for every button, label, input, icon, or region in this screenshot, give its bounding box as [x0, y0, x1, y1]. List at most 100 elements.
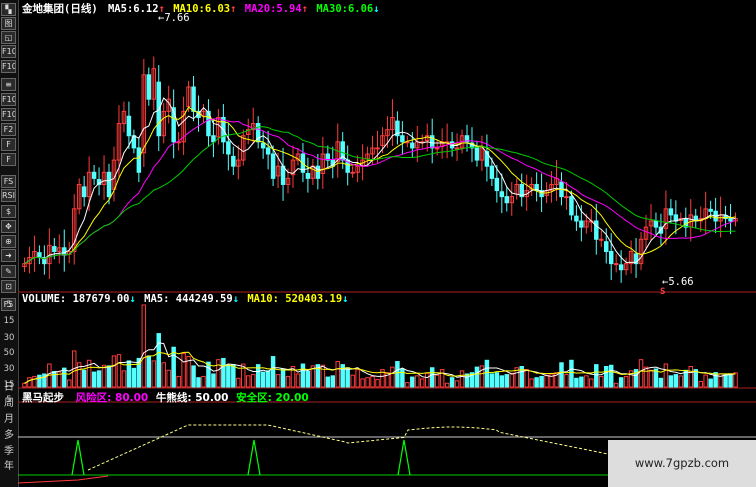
candle-body [499, 191, 505, 198]
ma5-value: 6.12 [133, 3, 159, 15]
toolbar-button-10[interactable]: F [1, 138, 16, 151]
toolbar-button-17[interactable]: ➜ [1, 249, 16, 262]
volume-bar [211, 373, 216, 388]
stock-chart [18, 56, 756, 484]
volume-bar [32, 375, 37, 388]
volume-bar [285, 375, 291, 388]
volume-bar [365, 377, 370, 388]
vol-ma10-value: 520403.19 [285, 293, 343, 305]
volume-bar [484, 359, 490, 388]
indicator-curve [87, 424, 617, 471]
signal-spike-1 [71, 439, 85, 476]
candle-body [489, 165, 495, 179]
toolbar-button-8[interactable]: F10 [1, 108, 16, 121]
volume-bar [176, 375, 181, 388]
toolbar-button-5[interactable]: F10 [1, 60, 16, 73]
candle-body [434, 147, 440, 150]
toolbar-button-18[interactable]: ✎ [1, 265, 16, 278]
volume-bar [405, 382, 410, 388]
period-6[interactable]: 年 [2, 457, 16, 472]
candle-body [504, 196, 510, 204]
volume-bar [275, 374, 281, 388]
vol-ma5-value: 444249.59 [175, 293, 233, 305]
volume-bar [96, 370, 102, 388]
toolbar-button-19[interactable]: ⊡ [1, 280, 16, 293]
candle-body [613, 263, 619, 266]
toolbar-button-7[interactable]: F10 [1, 93, 16, 106]
volume-value: 187679.00 [72, 293, 130, 305]
period-4[interactable]: 多 [2, 426, 16, 441]
volume-bar [449, 377, 455, 388]
volume-bar [474, 366, 480, 388]
volume-bar [638, 359, 644, 388]
volume-bar [574, 377, 579, 388]
toolbar-button-6[interactable]: ≡ [1, 78, 16, 91]
stock-name: 金地集团 [22, 3, 64, 15]
candle-body [574, 215, 579, 222]
period-3[interactable]: 月 [2, 410, 16, 425]
ma30-arrow: ↓ [373, 3, 380, 15]
volume-bar [226, 365, 231, 388]
volume-bar [539, 375, 544, 388]
volume-bar [429, 367, 435, 388]
volume-bar [270, 356, 276, 388]
volume-axis-tick: 15 [3, 380, 15, 390]
volume-bar [52, 370, 57, 388]
candle-body [410, 142, 415, 149]
volume-bar [415, 375, 420, 388]
volume-axis-tick: 30 [3, 333, 15, 343]
period-5[interactable]: 季 [2, 442, 16, 457]
ma20-label: MA20: [244, 3, 277, 15]
volume-bar [673, 374, 679, 388]
toolbar-button-11[interactable]: F [1, 153, 16, 166]
candle-body [708, 208, 713, 212]
volume-header: VOLUME: 187679.00↓ MA5: 444249.59↓ MA10:… [22, 293, 349, 305]
volume-bar [529, 378, 534, 388]
volume-bar [658, 377, 664, 388]
volume-bar [410, 376, 415, 388]
volume-bar [489, 373, 495, 388]
toolbar-button-16[interactable]: ⊕ [1, 235, 16, 248]
ma30-value: 6.06 [347, 3, 374, 15]
volume-bar [116, 354, 122, 388]
low-marker: ←5.66 [662, 276, 694, 288]
volume-bar [564, 374, 569, 388]
volume-bar [424, 372, 430, 388]
volume-bar [201, 375, 206, 388]
toolbar-button-12[interactable]: FS [1, 175, 16, 188]
volume-bar [579, 376, 584, 388]
volume-bar [733, 372, 738, 388]
volume-bar [325, 376, 331, 388]
volume-bar [141, 304, 147, 388]
toolbar-button-3[interactable]: ◱ [1, 31, 16, 44]
toolbar-button-9[interactable]: F2 [1, 123, 16, 136]
volume-bar [27, 377, 32, 388]
toolbar-button-13[interactable]: RSI [1, 189, 16, 202]
volume-axis-tick: 15 [3, 316, 15, 326]
volume-bar [504, 374, 510, 388]
volume-bar [335, 361, 340, 388]
volume-bar [698, 381, 703, 388]
candle-body [146, 74, 152, 100]
volume-bar [454, 380, 460, 388]
candle-body [126, 115, 132, 137]
toolbar-button-14[interactable]: $ [1, 205, 16, 218]
toolbar-button-1[interactable]: ▚ [1, 3, 16, 16]
signal-spike-3 [397, 439, 411, 476]
volume-bar [728, 373, 733, 388]
candle-body [37, 252, 42, 259]
safe-label: 安全区: [236, 392, 272, 404]
candle-body [231, 155, 236, 167]
volume-bar [459, 370, 465, 388]
vol-ma5-label: MA5: [144, 293, 170, 305]
ma20-arrow: ↑ [301, 3, 309, 15]
toolbar-button-15[interactable]: ✥ [1, 220, 16, 233]
candle-body [136, 147, 142, 173]
toolbar-button-4[interactable]: F10 [1, 45, 16, 58]
volume-bar [216, 359, 221, 388]
ma10-value: 6.03 [204, 3, 231, 15]
ma30-label: MA30: [316, 3, 348, 15]
toolbar-button-2[interactable]: 图 [1, 17, 16, 30]
volume-bar [559, 362, 564, 388]
ma30-line [24, 126, 736, 265]
